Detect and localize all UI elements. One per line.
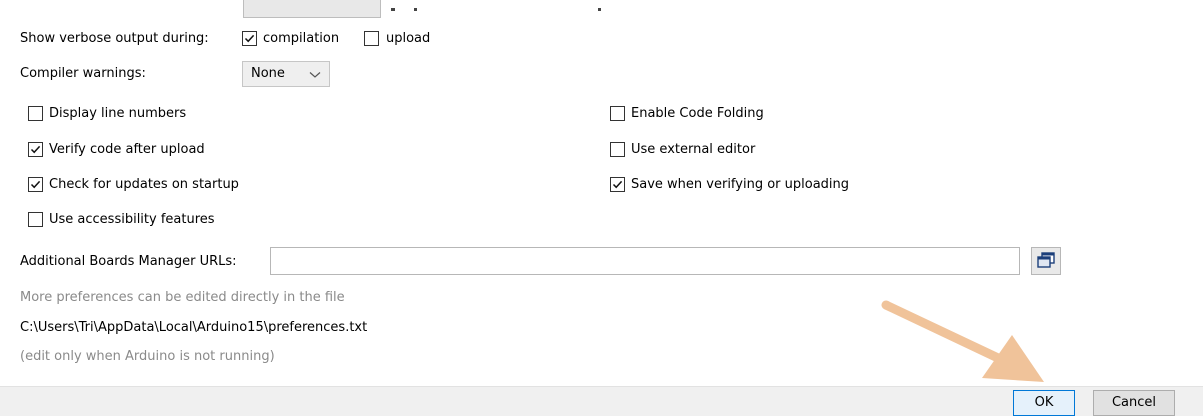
check-icon (612, 180, 623, 189)
partial-dropdown-top[interactable] (243, 0, 381, 18)
save-when-verifying-label: Save when verifying or uploading (631, 177, 850, 192)
check-icon (30, 180, 41, 189)
check-icon (30, 145, 41, 154)
ok-button[interactable]: OK (1013, 390, 1075, 416)
boards-manager-url-input[interactable] (270, 247, 1020, 275)
check-updates-label: Check for updates on startup (49, 177, 239, 192)
boards-manager-edit-button[interactable] (1031, 247, 1061, 275)
code-folding-checkbox[interactable] (610, 106, 625, 121)
compiler-warnings-label: Compiler warnings: (20, 66, 146, 81)
annotation-arrow-icon (881, 300, 1044, 382)
prefs-note: More preferences can be edited directly … (20, 290, 345, 305)
verbose-output-label: Show verbose output during: (20, 31, 209, 46)
external-editor-label: Use external editor (631, 142, 756, 157)
verbose-upload-checkbox[interactable] (364, 31, 379, 46)
window-list-icon (1037, 252, 1055, 268)
verbose-compilation-label: compilation (263, 31, 340, 46)
save-when-verifying-checkbox[interactable] (610, 177, 625, 192)
code-folding-label: Enable Code Folding (631, 106, 764, 121)
external-editor-checkbox[interactable] (610, 142, 625, 157)
check-updates-checkbox[interactable] (28, 177, 43, 192)
chevron-down-icon (309, 72, 321, 78)
cancel-button[interactable]: Cancel (1093, 390, 1175, 416)
boards-manager-label: Additional Boards Manager URLs: (20, 254, 237, 269)
accessibility-label: Use accessibility features (49, 212, 215, 227)
verify-after-upload-label: Verify code after upload (49, 142, 205, 157)
clipped-text-fragment (391, 8, 601, 11)
verify-after-upload-checkbox[interactable] (28, 142, 43, 157)
prefs-file-path[interactable]: C:\Users\Tri\AppData\Local\Arduino15\pre… (20, 320, 367, 336)
compiler-warnings-select[interactable]: None (242, 61, 330, 87)
compiler-warnings-value: None (251, 66, 285, 81)
prefs-warning: (edit only when Arduino is not running) (20, 349, 275, 364)
verbose-compilation-checkbox[interactable] (242, 31, 257, 46)
check-icon (244, 34, 255, 43)
display-line-numbers-label: Display line numbers (49, 106, 187, 121)
verbose-upload-label: upload (386, 31, 431, 46)
display-line-numbers-checkbox[interactable] (28, 106, 43, 121)
accessibility-checkbox[interactable] (28, 212, 43, 227)
